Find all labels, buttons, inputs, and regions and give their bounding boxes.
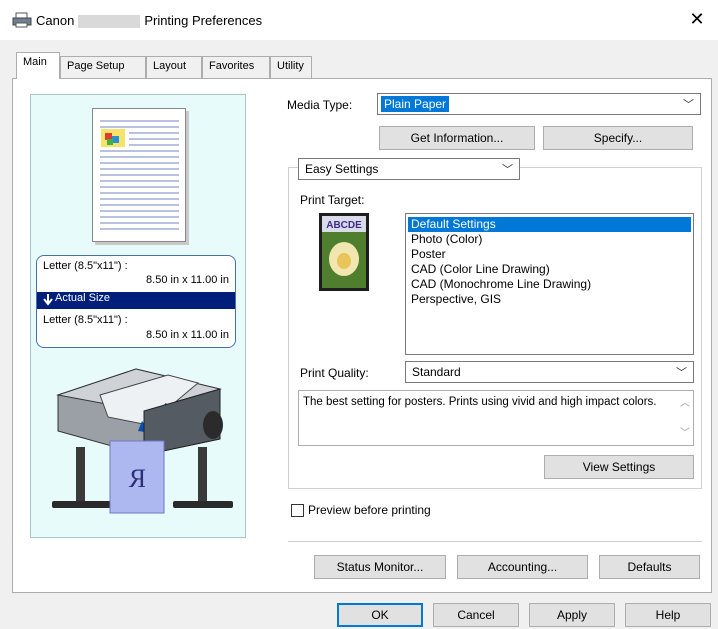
separator [288,541,702,542]
tab-label: Utility [277,60,304,72]
icon-flower-center [337,253,351,269]
input-paper-name: Letter (8.5"x11") : [43,260,128,272]
printer-icon [12,12,32,28]
settings-mode-value: Easy Settings [305,162,379,176]
list-item-photo-color[interactable]: Photo (Color) [408,232,691,247]
printer-leg-right [198,447,207,503]
input-paper-dimensions: 8.50 in x 11.00 in [146,274,229,286]
close-button[interactable]: ✕ [686,9,708,30]
icon-text: ABCDE [326,220,362,231]
list-item-perspective-gis[interactable]: Perspective, GIS [408,292,691,307]
arrow-down-glyph [43,294,53,306]
arrow-down-icon [43,293,53,309]
close-icon: ✕ [689,9,705,29]
chevron-down-icon: ﹀ [683,99,694,111]
tab-utility[interactable]: Utility [270,56,312,78]
list-item-default-settings[interactable]: Default Settings [408,217,691,232]
chevron-down-icon: ﹀ [676,367,687,379]
page-preview-graphic [100,120,179,230]
print-quality-select[interactable]: Standard ﹀ [405,361,694,383]
cancel-button[interactable]: Cancel [433,603,519,627]
ok-button[interactable]: OK [337,603,423,627]
preview-before-printing-label[interactable]: Preview before printing [308,503,431,517]
print-target-label: Print Target: [300,193,365,207]
specify-button[interactable]: Specify... [543,126,693,150]
title-suffix: Printing Preferences [144,13,263,28]
defaults-button[interactable]: Defaults [599,555,700,579]
roll-holder [203,411,223,439]
media-type-label: Media Type: [287,98,353,112]
printer-foot-left [52,501,112,508]
large-format-printer-illustration: R [52,368,233,514]
list-item-cad-monochrome[interactable]: CAD (Monochrome Line Drawing) [408,277,691,292]
tab-favorites[interactable]: Favorites [202,56,270,78]
description-text: The best setting for posters. Prints usi… [303,396,657,408]
tab-label: Layout [153,60,187,72]
scaling-band: Actual Size [37,292,235,309]
tab-page-setup[interactable]: Page Setup [60,56,146,78]
tab-label: Favorites [209,60,255,72]
title-bar: Canon Printing Preferences ✕ [0,0,718,40]
accounting-button[interactable]: Accounting... [457,555,588,579]
status-monitor-button[interactable]: Status Monitor... [314,555,446,579]
tab-layout[interactable]: Layout [146,56,202,78]
output-letter: R [128,464,146,493]
chevron-down-icon: ﹀ [502,164,513,176]
window-title: Canon Printing Preferences [36,13,263,29]
preview-before-printing-checkbox[interactable] [291,504,304,517]
apply-button[interactable]: Apply [529,603,615,627]
help-button[interactable]: Help [625,603,711,627]
tab-label: Page Setup [67,60,125,72]
output-paper-dimensions: 8.50 in x 11.00 in [146,329,229,341]
printer-foot-right [173,501,233,508]
settings-mode-select[interactable]: Easy Settings ﹀ [298,158,520,180]
list-item-poster[interactable]: Poster [408,247,691,262]
scaling-label: Actual Size [55,292,111,304]
get-information-button[interactable]: Get Information... [379,126,535,150]
list-item-cad-color[interactable]: CAD (Color Line Drawing) [408,262,691,277]
tab-label: Main [23,56,47,68]
description-box: The best setting for posters. Prints usi… [298,390,694,446]
view-settings-button[interactable]: View Settings [544,455,694,479]
media-type-value: Plain Paper [381,96,450,112]
printer-leg-left [76,447,85,503]
print-quality-value: Standard [412,365,461,379]
page-preview [92,108,186,242]
scroll-up-icon[interactable]: ︿ [680,396,690,411]
scroll-down-icon[interactable]: ﹀ [680,426,690,441]
print-target-list[interactable]: Default Settings Photo (Color) Poster CA… [405,213,694,355]
title-prefix: Canon [36,13,75,28]
description-scrollbar[interactable]: ︿ ﹀ [677,392,692,444]
paper-size-info: Letter (8.5"x11") : 8.50 in x 11.00 in A… [36,255,236,348]
redacted-printer-name [78,15,141,29]
output-paper-name: Letter (8.5"x11") : [43,314,128,326]
print-target-icon: ABCDE [319,213,369,291]
media-type-select[interactable]: Plain Paper ﹀ [377,93,701,115]
print-quality-label: Print Quality: [300,366,369,380]
tab-main[interactable]: Main [16,52,60,79]
